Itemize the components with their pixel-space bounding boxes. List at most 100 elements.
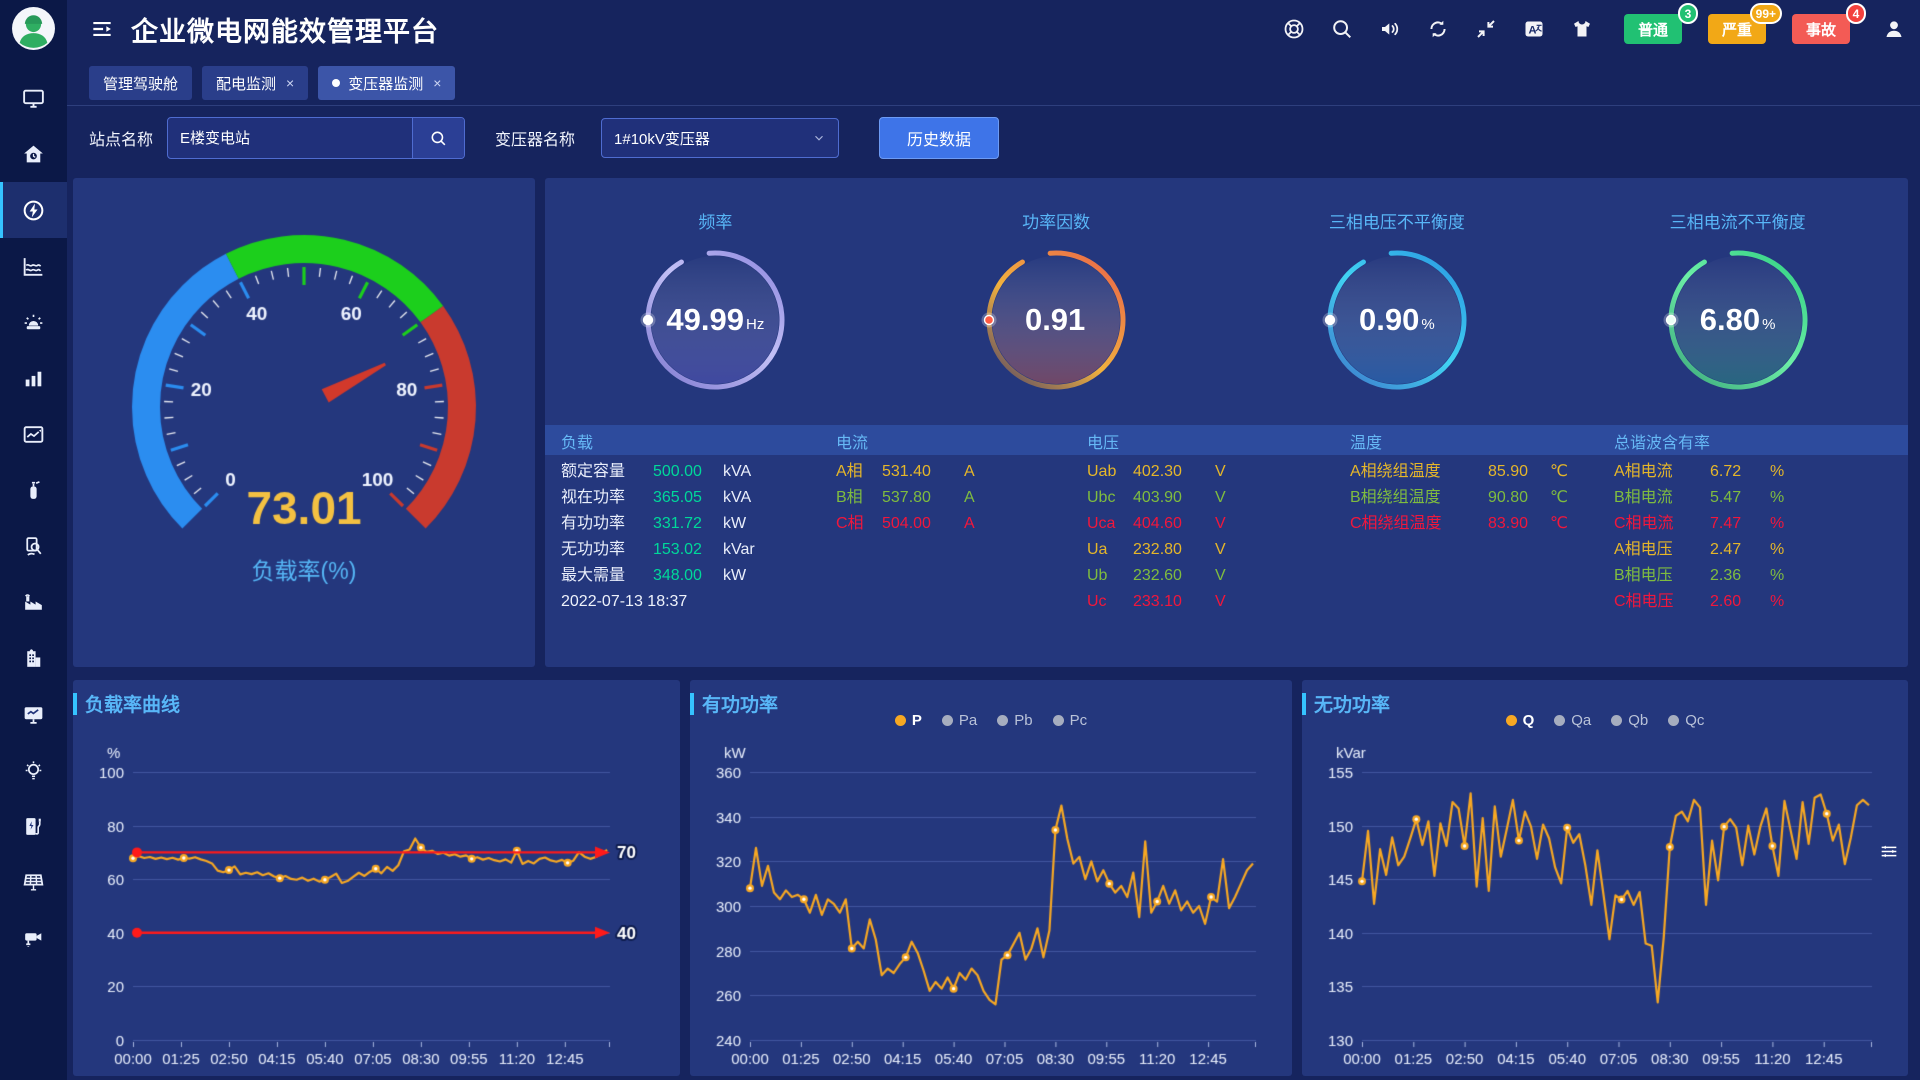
transformer-name-label: 变压器名称 — [495, 126, 575, 150]
avatar[interactable] — [11, 6, 56, 51]
table-row: 无功功率153.02kVar — [561, 537, 755, 563]
row-value: 2.36 — [1710, 563, 1770, 589]
site-name-input[interactable] — [168, 118, 412, 156]
table-row: A相531.40A — [836, 459, 975, 485]
row-label: 视在功率 — [561, 485, 653, 511]
row-label: C相电压 — [1614, 589, 1710, 615]
row-value: 537.80 — [882, 485, 964, 511]
compress-icon[interactable] — [1474, 17, 1498, 41]
datazoom-toolbox-icon[interactable] — [1878, 840, 1900, 862]
sidebar-item-bulb[interactable] — [0, 742, 67, 798]
search-icon[interactable] — [1330, 17, 1354, 41]
translate-icon[interactable]: A — [1522, 17, 1546, 41]
row-label: A相绕组温度 — [1350, 459, 1488, 485]
header: 企业微电网能效管理平台 A — [67, 0, 1920, 58]
legend-item-Pb[interactable]: Pb — [997, 712, 1032, 729]
alarm-icon — [21, 310, 46, 335]
site-search-button[interactable] — [412, 118, 464, 158]
alarm-badge-1[interactable]: 严重99+ — [1708, 14, 1766, 44]
legend-item-Qb[interactable]: Qb — [1611, 712, 1648, 729]
table-row: Ua232.80V — [1087, 537, 1226, 563]
table-group-header: 电压 — [1087, 429, 1119, 453]
row-label: Uc — [1087, 589, 1133, 615]
sidebar-item-monitor[interactable] — [0, 70, 67, 126]
sidebar-item-alarm[interactable] — [0, 294, 67, 350]
tab-管理驾驶舱[interactable]: 管理驾驶舱 — [89, 66, 192, 100]
table-row: B相绕组温度90.80℃ — [1350, 485, 1568, 511]
sidebar-item-inspection[interactable] — [0, 518, 67, 574]
row-unit: A — [964, 485, 975, 511]
user-icon[interactable] — [1882, 17, 1906, 41]
legend-item-Qa[interactable]: Qa — [1554, 712, 1591, 729]
load-rate-chart-panel: 负载率曲线 — [73, 680, 680, 1076]
tab-配电监测[interactable]: 配电监测× — [202, 66, 308, 100]
sidebar-item-building[interactable] — [0, 630, 67, 686]
sidebar-item-factory[interactable] — [0, 574, 67, 630]
alarm-badge-0[interactable]: 普通3 — [1624, 14, 1682, 44]
transformer-monitoring-dashboard: 企业微电网能效管理平台 A — [0, 0, 1920, 1080]
row-value: 90.80 — [1488, 485, 1550, 511]
tab-变压器监测[interactable]: 变压器监测 × — [318, 66, 455, 100]
legend-item-Pc[interactable]: Pc — [1053, 712, 1088, 729]
row-label: B相电流 — [1614, 485, 1710, 511]
legend-label: P — [912, 712, 922, 729]
ring-title: 频率 — [698, 208, 732, 233]
row-value: 7.47 — [1710, 511, 1770, 537]
tab-close-icon[interactable]: × — [433, 75, 441, 91]
row-label: C相绕组温度 — [1350, 511, 1488, 537]
theme-icon[interactable] — [1570, 17, 1594, 41]
sidebar-item-ev-charger[interactable] — [0, 798, 67, 854]
tab-label: 变压器监测 — [348, 73, 423, 94]
refresh-icon[interactable] — [1426, 17, 1450, 41]
sidebar-item-camera[interactable] — [0, 910, 67, 966]
legend-dot — [942, 715, 953, 726]
active-power-chart-panel: 有功功率 PPaPbPc — [690, 680, 1292, 1076]
legend-item-Qc[interactable]: Qc — [1668, 712, 1704, 729]
table-row: B相537.80A — [836, 485, 975, 511]
sidebar-item-bar-chart[interactable] — [0, 350, 67, 406]
ring-gauges: 频率49.99Hz功率因数0.91三相电压不平衡度0.90%三相电流不平衡度6.… — [545, 208, 1908, 420]
row-label: 最大需量 — [561, 563, 653, 589]
sidebar-nav — [0, 70, 67, 966]
row-value: 233.10 — [1133, 589, 1215, 615]
row-label: 无功功率 — [561, 537, 653, 563]
legend-item-Q[interactable]: Q — [1506, 712, 1535, 729]
history-data-button[interactable]: 历史数据 — [879, 117, 999, 159]
active-power-legend: P Pa Pb Pc — [690, 712, 1292, 729]
sidebar-item-trend-chart[interactable] — [0, 406, 67, 462]
table-row: A相电流6.72% — [1614, 459, 1784, 485]
legend-item-P[interactable]: P — [895, 712, 922, 729]
menu-fold-icon[interactable] — [89, 16, 115, 42]
title-accent-bar — [73, 693, 77, 715]
row-value: 403.90 — [1133, 485, 1215, 511]
magnifier-icon — [429, 129, 448, 148]
row-unit: V — [1215, 511, 1226, 537]
volume-icon[interactable] — [1378, 17, 1402, 41]
sidebar-item-solar-panel[interactable] — [0, 854, 67, 910]
inspection-icon — [21, 534, 46, 559]
table-group-3: A相绕组温度85.90℃B相绕组温度90.80℃C相绕组温度83.90℃ — [1350, 459, 1568, 537]
building-icon — [21, 646, 46, 671]
row-label: Ub — [1087, 563, 1133, 589]
svg-text:A: A — [1529, 24, 1537, 36]
alarm-badge-2[interactable]: 事故4 — [1792, 14, 1850, 44]
realtime-metrics-panel: 频率49.99Hz功率因数0.91三相电压不平衡度0.90%三相电流不平衡度6.… — [545, 178, 1908, 667]
tab-close-icon[interactable]: × — [286, 75, 294, 91]
row-label: 2022-07-13 18:37 — [561, 589, 653, 615]
alarm-badges: 普通3 严重99+ 事故4 — [1624, 14, 1850, 44]
alarm-count-bubble: 3 — [1678, 3, 1698, 24]
row-value: 2.47 — [1710, 537, 1770, 563]
sidebar-item-energy[interactable] — [0, 182, 67, 238]
sidebar-item-wave-chart[interactable] — [0, 238, 67, 294]
row-label: C相 — [836, 511, 882, 537]
ring-title: 三相电压不平衡度 — [1329, 208, 1465, 233]
sidebar-item-home[interactable] — [0, 126, 67, 182]
sidebar-item-monitor-chart[interactable] — [0, 686, 67, 742]
ring-value: 49.99Hz — [640, 245, 790, 395]
row-value — [653, 589, 723, 615]
transformer-select[interactable]: 1#10kV变压器 — [601, 118, 839, 158]
help-icon[interactable] — [1282, 17, 1306, 41]
legend-item-Pa[interactable]: Pa — [942, 712, 977, 729]
sidebar-item-extinguisher[interactable] — [0, 462, 67, 518]
table-row: Uca404.60V — [1087, 511, 1226, 537]
